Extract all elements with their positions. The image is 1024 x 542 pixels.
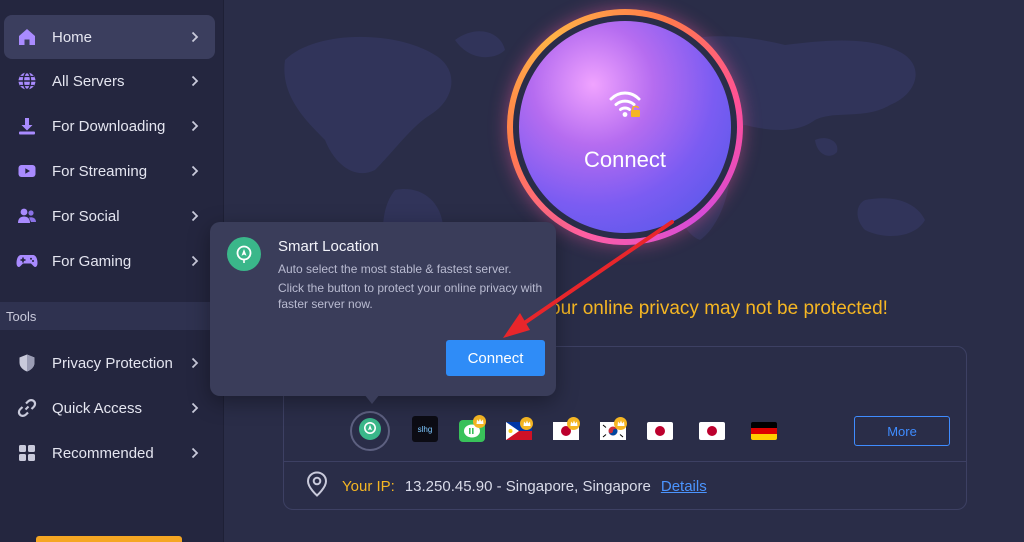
smart-location-icon <box>358 417 382 446</box>
sidebar-item-label: Recommended <box>52 444 154 462</box>
sidebar-item-home[interactable]: Home <box>4 15 215 59</box>
server-japan-premium[interactable] <box>548 413 584 449</box>
sidebar-item-label: Quick Access <box>52 399 143 417</box>
server-line[interactable] <box>454 413 490 449</box>
sidebar-item-for-downloading[interactable]: For Downloading <box>4 104 215 148</box>
chevron-right-icon <box>187 208 203 224</box>
chevron-right-icon <box>187 355 203 371</box>
chevron-right-icon <box>187 400 203 416</box>
sidebar-item-label: Home <box>52 28 93 46</box>
play-icon <box>16 160 38 182</box>
server-smart-location[interactable] <box>350 411 390 451</box>
server-japan-2[interactable] <box>642 413 678 449</box>
grid-icon <box>16 442 38 464</box>
download-icon <box>16 115 38 137</box>
japan-flag-icon <box>553 417 580 440</box>
chevron-right-icon <box>187 445 203 461</box>
premium-crown-icon <box>473 415 486 428</box>
sidebar-item-for-social[interactable]: For Social <box>4 194 215 238</box>
link-icon <box>16 397 38 419</box>
server-japan-3[interactable] <box>694 413 730 449</box>
home-icon <box>16 26 38 48</box>
germany-flag-icon <box>751 422 777 440</box>
philippines-flag-icon <box>506 417 533 440</box>
streaming-service-icon: slhg <box>412 415 438 447</box>
tools-section-heading: Tools <box>0 302 224 330</box>
sidebar-item-quick-access[interactable]: Quick Access <box>4 386 215 430</box>
ip-label: Your IP: <box>342 477 395 495</box>
connect-button-core[interactable]: Connect <box>519 21 731 233</box>
server-south-korea[interactable] <box>595 413 631 449</box>
ip-value: 13.250.45.90 - Singapore, Singapore <box>404 477 651 495</box>
sidebar-item-label: For Social <box>52 207 120 225</box>
smart-location-popover: Smart Location Auto select the most stab… <box>210 222 556 404</box>
connect-label: Connect <box>584 147 666 172</box>
wifi-lock-icon <box>609 91 641 117</box>
more-servers-button[interactable]: More <box>854 416 950 446</box>
popover-pointer <box>364 394 380 404</box>
server-streaming[interactable]: slhg <box>407 413 443 449</box>
server-philippines[interactable] <box>501 413 537 449</box>
sidebar-item-label: All Servers <box>52 72 125 90</box>
sidebar-item-label: Privacy Protection <box>52 354 173 372</box>
popover-hint: Click the button to protect your online … <box>278 281 543 311</box>
server-germany[interactable] <box>746 413 782 449</box>
sidebar-item-for-streaming[interactable]: For Streaming <box>4 149 215 193</box>
popover-connect-button[interactable]: Connect <box>446 340 545 376</box>
ip-details-link[interactable]: Details <box>661 478 707 495</box>
premium-crown-icon <box>520 417 533 430</box>
line-app-icon <box>459 415 486 442</box>
chevron-right-icon <box>187 253 203 269</box>
streaming-service-text: slhg <box>418 425 433 434</box>
popover-description: Auto select the most stable & fastest se… <box>278 262 512 276</box>
panel-divider <box>284 461 966 462</box>
chevron-right-icon <box>187 29 203 45</box>
popover-title: Smart Location <box>278 238 379 255</box>
gamepad-icon <box>16 250 38 272</box>
sidebar-item-label: For Downloading <box>52 117 166 135</box>
south-korea-flag-icon <box>600 417 627 440</box>
users-icon <box>16 205 38 227</box>
sidebar: Home All Servers For Downloading For Str… <box>0 0 224 542</box>
premium-crown-icon <box>614 417 627 430</box>
location-pin-icon <box>306 470 328 502</box>
globe-icon <box>16 70 38 92</box>
sidebar-item-label: For Gaming <box>52 252 132 270</box>
upgrade-bar[interactable] <box>36 536 182 542</box>
sidebar-item-recommended[interactable]: Recommended <box>4 431 215 475</box>
chevron-right-icon <box>187 163 203 179</box>
sidebar-item-all-servers[interactable]: All Servers <box>4 59 215 103</box>
shield-icon <box>16 352 38 374</box>
privacy-warning: our online privacy may not be protected! <box>550 298 888 319</box>
chevron-right-icon <box>187 73 203 89</box>
smart-location-icon <box>227 237 261 271</box>
premium-crown-icon <box>567 417 580 430</box>
sidebar-item-for-gaming[interactable]: For Gaming <box>4 239 215 283</box>
chevron-right-icon <box>187 118 203 134</box>
connect-button[interactable]: Connect <box>507 9 743 245</box>
sidebar-item-privacy-protection[interactable]: Privacy Protection <box>4 341 215 385</box>
japan-flag-icon <box>647 422 673 440</box>
sidebar-item-label: For Streaming <box>52 162 148 180</box>
japan-flag-icon <box>699 422 725 440</box>
ip-info-row: Your IP: 13.250.45.90 - Singapore, Singa… <box>306 470 707 502</box>
